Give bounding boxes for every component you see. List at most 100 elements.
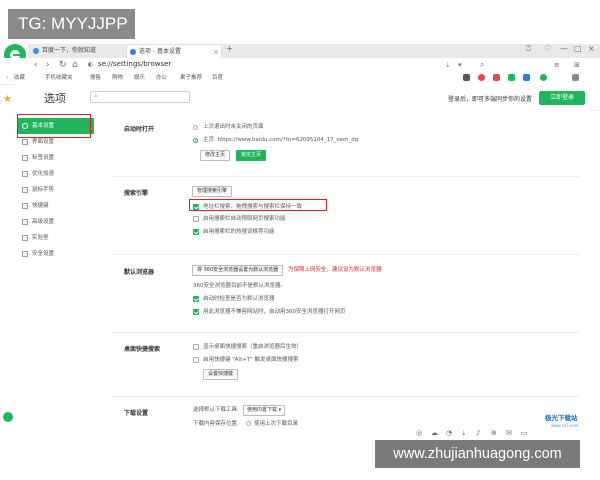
home-icon[interactable]: ⌂ xyxy=(72,59,78,71)
side-strip xyxy=(0,86,15,430)
sidebar-item-mouse-gestures[interactable]: 鼠标手势 xyxy=(18,182,94,198)
manage-search-engine-button[interactable]: 管理搜索引擎 xyxy=(192,186,233,197)
game-icon[interactable] xyxy=(493,74,500,81)
cloud-icon[interactable]: ☁ xyxy=(431,429,438,437)
divider xyxy=(112,332,580,333)
settings-search-input[interactable]: ⌕ xyxy=(90,91,190,103)
tab-label: 选项 - 基本设置 xyxy=(139,48,181,55)
sidebar-item-interface[interactable]: 界面设置 xyxy=(18,134,94,150)
search-icon[interactable]: ⌕ xyxy=(480,59,484,71)
sidebar-item-label: 高级设置 xyxy=(32,219,55,225)
checkbox-compat-open[interactable] xyxy=(193,309,199,315)
close-tab-icon[interactable]: × xyxy=(213,45,219,59)
bookmark-arrow-icon[interactable]: ‹ xyxy=(6,73,8,83)
radio-last-session[interactable] xyxy=(193,125,198,130)
bookmark-item[interactable]: 娱乐 xyxy=(134,73,145,83)
sidebar-item-label: 标签设置 xyxy=(32,155,55,161)
dropdown-icon[interactable]: ▾ xyxy=(458,59,462,71)
radio-label: 使用上次下载目录 xyxy=(254,421,299,427)
zoom-icon[interactable]: ⊕ xyxy=(491,429,497,437)
extensions-icon[interactable]: ⊞ xyxy=(574,59,580,71)
favorite-heart-icon[interactable]: ♡ xyxy=(544,44,551,53)
tabs-icon xyxy=(22,155,28,161)
divider xyxy=(112,254,580,255)
lock-homepage-button[interactable]: 锁定主页 xyxy=(236,150,267,161)
checkbox-label: 启用搜索栏的热搜词推荐功能 xyxy=(203,229,275,235)
login-button[interactable]: 立即登录 xyxy=(539,91,585,105)
download-tool-select[interactable]: 使用内置下载 ▾ xyxy=(243,405,286,416)
bookmark-item[interactable]: 购物 xyxy=(112,73,123,83)
tools-icon[interactable] xyxy=(523,74,530,81)
download-location-label: 下载内容保存位置: xyxy=(193,421,239,427)
checkbox-alt-t[interactable] xyxy=(193,357,199,363)
refresh-icon[interactable]: ↻ xyxy=(59,59,67,71)
checkbox-hot-words[interactable] xyxy=(193,229,199,235)
radio-homepage[interactable] xyxy=(193,138,198,143)
section-title-startup: 启动时打开 xyxy=(124,126,155,133)
close-window-button[interactable]: × xyxy=(588,44,595,53)
back-icon[interactable]: ‹ xyxy=(34,59,38,71)
tab-baidu[interactable]: 百度一下，你就知道 xyxy=(30,44,120,58)
section-title-search: 搜索引擎 xyxy=(124,190,149,197)
weibo-icon[interactable] xyxy=(478,74,485,81)
bookmark-item[interactable]: 果子推荐 xyxy=(180,73,202,83)
undo-icon[interactable] xyxy=(572,74,579,81)
address-bar[interactable]: se://settings/browser xyxy=(98,59,428,70)
divider xyxy=(112,176,580,177)
sidebar-item-lab[interactable]: 实验室 xyxy=(18,230,94,246)
minimize-button[interactable]: — xyxy=(560,44,568,53)
download-icon[interactable]: ⇣ xyxy=(445,59,451,71)
speed-icon[interactable]: ◔ xyxy=(446,429,452,437)
bookmark-item[interactable]: 百度 xyxy=(212,73,223,83)
forward-icon[interactable]: › xyxy=(46,59,50,71)
set-shortcut-button[interactable]: 设置快捷键 xyxy=(203,369,239,380)
bookmark-item[interactable]: 搜售 xyxy=(90,73,101,83)
shield-status-icon[interactable]: ◎ xyxy=(416,429,422,437)
sidebar-item-advanced[interactable]: 高级设置 xyxy=(18,214,94,230)
notification-icon[interactable]: ✉ xyxy=(506,429,512,437)
new-tab-button[interactable]: + xyxy=(226,44,233,53)
section-title-default-browser: 默认浏览器 xyxy=(124,269,155,276)
download-status-icon[interactable]: ⇣ xyxy=(461,429,467,437)
page-title: 选项 xyxy=(44,92,66,105)
assistant-icon[interactable] xyxy=(3,412,13,422)
sound-icon[interactable]: ♪ xyxy=(476,429,480,437)
optimize-icon xyxy=(22,171,28,177)
checkbox-label: 显示桌面快捷搜索（重启浏览器后生效） xyxy=(203,344,303,350)
watermark-logo: 极光下载站 xyxy=(545,414,578,422)
restore-button[interactable]: □ xyxy=(574,44,582,53)
radio-last-dir[interactable] xyxy=(246,421,251,426)
set-default-browser-button[interactable]: 将 360安全浏览器设置为默认浏览器 xyxy=(192,265,284,276)
watermark-text: www.zhujianhuagong.com xyxy=(375,440,580,468)
pin-icon[interactable]: ⍞ xyxy=(526,44,531,54)
sidebar-item-optimize[interactable]: 优化加速 xyxy=(18,166,94,182)
tab-settings[interactable]: 选项 - 基本设置 × xyxy=(126,44,222,58)
menu-icon[interactable]: ≡ xyxy=(554,59,560,71)
favorites-star-icon[interactable]: ★ xyxy=(3,94,12,105)
bookmark-item[interactable]: 收藏 xyxy=(14,73,25,83)
default-download-tool-label: 选择默认下载工具: xyxy=(193,407,239,413)
security-icon[interactable] xyxy=(540,74,547,81)
sidebar-item-label: 优化加速 xyxy=(32,171,55,177)
highlight-box-option xyxy=(189,199,327,211)
checkbox-label: 启用搜索栏自动预取网页搜索功能 xyxy=(203,216,286,222)
layout-icon[interactable]: ▭ xyxy=(521,429,528,437)
checkbox-prefetch[interactable] xyxy=(193,216,199,222)
sidebar-item-label: 快捷键 xyxy=(32,203,49,209)
default-browser-status: 360安全浏览器目前不是默认浏览器。 xyxy=(193,283,286,289)
translate-icon[interactable] xyxy=(508,74,515,81)
sidebar-item-shortcuts[interactable]: 快捷键 xyxy=(18,198,94,214)
checkbox-desktop-search[interactable] xyxy=(193,344,199,350)
sidebar-item-label: 鼠标手势 xyxy=(32,187,55,193)
bookmark-item[interactable]: 办公 xyxy=(156,73,167,83)
section-title-download: 下载设置 xyxy=(124,410,149,417)
settings-gear-icon xyxy=(130,49,136,55)
checkbox-check-default[interactable] xyxy=(193,296,199,302)
watermark-logo-sub: www.xz7.com xyxy=(551,423,579,428)
sidebar-item-tabs[interactable]: 标签设置 xyxy=(18,150,94,166)
screenshot-icon[interactable] xyxy=(463,74,470,81)
advanced-icon xyxy=(22,219,28,225)
change-homepage-button[interactable]: 修改主页 xyxy=(200,150,231,161)
bookmark-item[interactable]: 手机收藏夹 xyxy=(45,73,73,83)
sidebar-item-security[interactable]: 安全设置 xyxy=(18,246,94,262)
